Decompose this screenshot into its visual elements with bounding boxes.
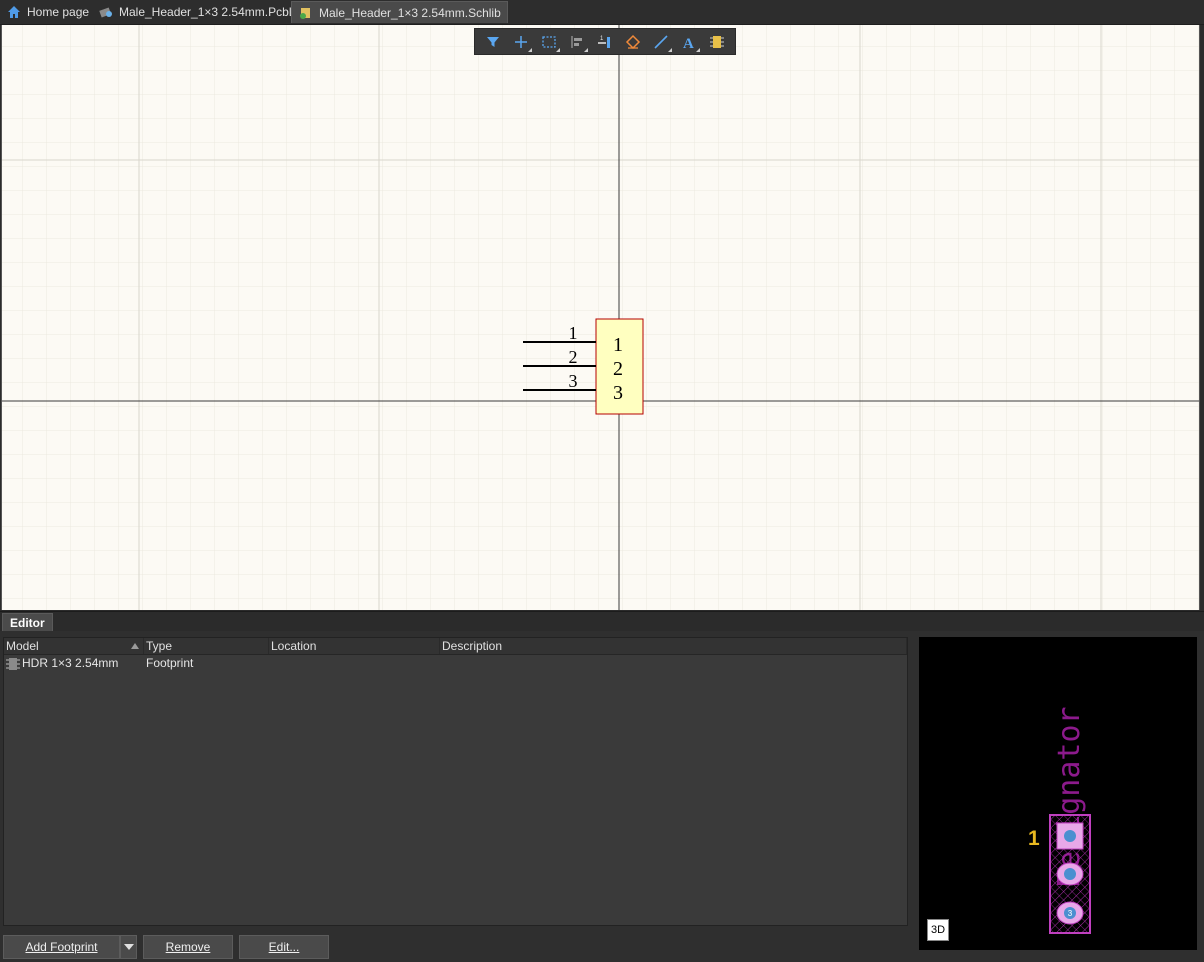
schematic-canvas[interactable]: 1 1 2 2 3 3 [1, 25, 1200, 610]
grid-header: Model Type Location Description [4, 638, 907, 655]
eraser-button[interactable] [619, 29, 647, 54]
3d-view-toggle[interactable]: 3D [927, 919, 949, 941]
pad-2 [1056, 862, 1084, 886]
canvas-grid: 1 1 2 2 3 3 [2, 25, 1199, 610]
home-icon [8, 6, 20, 18]
place-pin-button[interactable]: 1 [591, 29, 619, 54]
pin-name: 2 [613, 358, 623, 380]
tab-label: Home page [27, 5, 90, 19]
chevron-down-icon [123, 944, 134, 950]
tab-editor[interactable]: Editor [2, 613, 53, 632]
select-button[interactable] [535, 29, 563, 54]
line-icon [654, 34, 668, 49]
line-button[interactable] [647, 29, 675, 54]
panel-tab-bar: Editor [0, 611, 1204, 632]
footprint-preview-render: Designator 3 1 [1028, 706, 1091, 934]
select-rect-icon [542, 35, 556, 48]
sort-ascending-icon [131, 643, 139, 649]
tab-pcblib[interactable]: Male_Header_1×3 2.54mm.PcbLib [92, 1, 311, 23]
pin-name: 3 [613, 382, 623, 404]
pin-number: 1 [569, 323, 578, 343]
filter-icon [487, 36, 499, 47]
tab-schlib[interactable]: Male_Header_1×3 2.54mm.Schlib [291, 1, 508, 23]
pin-name: 1 [613, 334, 623, 356]
column-type[interactable]: Type [144, 638, 269, 654]
cell-type: Footprint [146, 656, 194, 670]
pad-3: 3 [1056, 901, 1084, 925]
cell-model: HDR 1×3 2.54mm [22, 656, 119, 670]
place-crosshair-icon [515, 35, 527, 48]
align-icon [571, 35, 582, 48]
column-label: Model [6, 639, 39, 653]
column-description[interactable]: Description [440, 638, 907, 654]
tab-home-page[interactable]: Home page [0, 1, 95, 23]
add-footprint-button[interactable]: Add Footprint [3, 935, 120, 959]
column-model[interactable]: Model [4, 638, 144, 654]
part-button[interactable] [703, 29, 731, 54]
footprint-preview[interactable]: Designator 3 1 3D [919, 637, 1197, 950]
column-location[interactable]: Location [269, 638, 440, 654]
add-dropdown-button[interactable] [120, 935, 137, 959]
filter-button[interactable] [479, 29, 507, 54]
text-button[interactable]: A [675, 29, 703, 54]
pad-label: 3 [1068, 909, 1073, 918]
pcb-library-icon [99, 7, 112, 18]
schematic-library-icon [300, 7, 310, 19]
pad-1 [1056, 822, 1084, 850]
tab-label: Male_Header_1×3 2.54mm.PcbLib [119, 5, 305, 19]
pin-number: 3 [569, 371, 578, 391]
svg-text:1: 1 [600, 36, 604, 42]
place-pin-icon: 1 [598, 36, 610, 48]
text-icon: A [683, 36, 694, 50]
part-icon [710, 35, 724, 48]
remove-button[interactable]: Remove [143, 935, 233, 959]
table-row[interactable]: HDR 1×3 2.54mm Footprint [4, 655, 907, 672]
svg-text:A: A [683, 36, 694, 50]
document-tab-bar: Home page Male_Header_1×3 2.54mm.PcbLib … [0, 0, 1204, 25]
tab-label: Male_Header_1×3 2.54mm.Schlib [319, 5, 501, 20]
button-label: Edit... [268, 940, 300, 954]
button-label: Remove [165, 940, 211, 954]
edit-button[interactable]: Edit... [239, 935, 329, 959]
pin-number: 2 [569, 347, 578, 367]
crosshair-button[interactable] [507, 29, 535, 54]
eraser-icon [625, 34, 641, 49]
pin1-marker-label: 1 [1028, 827, 1040, 850]
footprint-icon [6, 658, 20, 670]
align-button[interactable] [563, 29, 591, 54]
active-bar-toolbar: 1 A [474, 28, 736, 55]
model-grid[interactable]: Model Type Location Description HDR 1×3 … [3, 637, 908, 926]
button-label: Add Footprint [25, 940, 98, 954]
